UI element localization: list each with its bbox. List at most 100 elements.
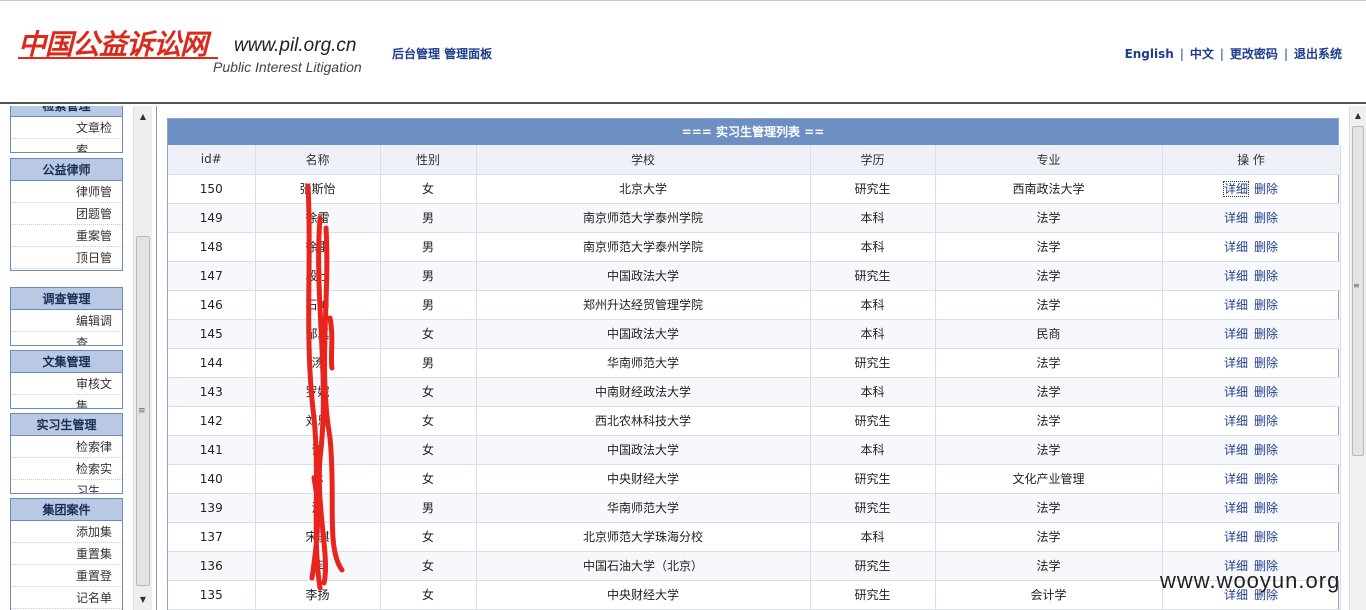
cell-gender: 男 — [380, 348, 477, 378]
detail-link[interactable]: 详细 — [1224, 414, 1248, 428]
cell-name: 邹真 — [255, 319, 381, 349]
detail-link[interactable]: 详细 — [1224, 385, 1248, 399]
detail-link[interactable]: 详细 — [1224, 240, 1248, 254]
table-row: 148 徐雷男南京师范大学泰州学院 本科 法学 详细 删除 — [168, 232, 1341, 262]
menu-item-edit-survey[interactable]: 编辑调查 — [11, 310, 122, 345]
delete-link[interactable]: 删除 — [1254, 414, 1278, 428]
cell-name: 菲 — [255, 551, 381, 581]
menu-item-add-group[interactable]: 添加集 — [11, 521, 122, 543]
cell-degree: 研究生 — [810, 551, 936, 581]
delete-link[interactable]: 删除 — [1254, 269, 1278, 283]
cell-name: 徐雷 — [255, 203, 381, 233]
detail-link[interactable]: 详细 — [1224, 298, 1248, 312]
menu-item-review-collection[interactable]: 审核文集 — [11, 373, 122, 408]
delete-link[interactable]: 删除 — [1254, 443, 1278, 457]
detail-link[interactable]: 详细 — [1224, 443, 1248, 457]
menu-item-registry[interactable]: 记名单 — [11, 587, 122, 609]
column-header-id: id# — [168, 145, 256, 175]
cell-major: 文化产业管理 — [935, 464, 1163, 494]
cell-name: 徐雷 — [255, 232, 381, 262]
cell-major: 法学 — [935, 377, 1163, 407]
detail-link[interactable]: 详细 — [1224, 501, 1248, 515]
scrollbar-thumb[interactable] — [1352, 126, 1364, 456]
menu-group-title[interactable]: 调查管理 — [10, 287, 123, 310]
top-nav: English | 中文 | 更改密码 | 退出系统 — [1125, 45, 1342, 62]
delete-link[interactable]: 删除 — [1254, 472, 1278, 486]
delete-link[interactable]: 删除 — [1254, 211, 1278, 225]
detail-link[interactable]: 详细 — [1224, 530, 1248, 544]
detail-link[interactable]: 详细 — [1222, 181, 1250, 197]
menu-group-survey: 调查管理 编辑调查 — [10, 287, 123, 346]
menu-item-reset-register[interactable]: 重置登 — [11, 565, 122, 587]
delete-link[interactable]: 删除 — [1254, 182, 1278, 196]
delete-link[interactable]: 删除 — [1254, 327, 1278, 341]
delete-link[interactable]: 删除 — [1254, 501, 1278, 515]
cell-actions: 详细 删除 — [1162, 174, 1341, 204]
detail-link[interactable]: 详细 — [1224, 472, 1248, 486]
menu-item-project-manage[interactable]: 顶日管理 — [11, 247, 122, 269]
detail-link[interactable]: 详细 — [1224, 327, 1248, 341]
cell-degree: 本科 — [810, 203, 936, 233]
cell-school: 华南师范大学 — [476, 493, 811, 523]
scroll-up-arrow-icon[interactable]: ▲ — [1350, 108, 1366, 124]
detail-link[interactable]: 详细 — [1224, 211, 1248, 225]
sidebar-scrollbar[interactable]: ▲ ≡ ▼ — [133, 106, 152, 610]
table-row: 142 刘思女西北农林科技大学 研究生 法学 详细 删除 — [168, 406, 1341, 436]
table-row: 143 罗妮女中南财经政法大学 本科 法学 详细 删除 — [168, 377, 1341, 407]
menu-item-search-intern[interactable]: 检索实习生 — [11, 458, 122, 493]
menu-item-reset-group[interactable]: 重置集 — [11, 543, 122, 565]
nav-chinese-link[interactable]: 中文 — [1190, 47, 1214, 61]
delete-link[interactable]: 删除 — [1254, 530, 1278, 544]
menu-group-title[interactable]: 检索管理 — [10, 106, 123, 117]
menu-item-topic-manage[interactable]: 团题管 — [11, 203, 122, 225]
cell-actions: 详细 删除 — [1162, 406, 1341, 436]
cell-actions: 详细 删除 — [1162, 290, 1341, 320]
cell-actions: 详细 删除 — [1162, 377, 1341, 407]
cell-major: 法学 — [935, 261, 1163, 291]
cell-school: 中南财经政法大学 — [476, 377, 811, 407]
cell-school: 南京师范大学泰州学院 — [476, 203, 811, 233]
table-row: 149 徐雷男南京师范大学泰州学院 本科 法学 详细 删除 — [168, 203, 1341, 233]
table-row: 139 汤男华南师范大学 研究生 法学 详细 删除 — [168, 493, 1341, 523]
detail-link[interactable]: 详细 — [1224, 356, 1248, 370]
cell-school: 中国政法大学 — [476, 261, 811, 291]
scroll-down-arrow-icon[interactable]: ▼ — [134, 591, 152, 608]
menu-item-search-lawyer[interactable]: 检索律 — [11, 436, 122, 458]
cell-degree: 研究生 — [810, 493, 936, 523]
cell-gender: 男 — [380, 290, 477, 320]
cell-major: 法学 — [935, 232, 1163, 262]
cell-name: 李扬 — [255, 580, 381, 610]
menu-group-title[interactable]: 文集管理 — [10, 350, 123, 373]
cell-degree: 研究生 — [810, 464, 936, 494]
delete-link[interactable]: 删除 — [1254, 240, 1278, 254]
menu-group-lawyers: 公益律师 律师管 团题管 重案管 顶日管理 — [10, 158, 123, 271]
cell-actions: 详细 删除 — [1162, 319, 1341, 349]
nav-change-password-link[interactable]: 更改密码 — [1230, 47, 1278, 61]
menu-group-title[interactable]: 实习生管理 — [10, 413, 123, 436]
cell-school: 中央财经大学 — [476, 580, 811, 610]
delete-link[interactable]: 删除 — [1254, 385, 1278, 399]
detail-link[interactable]: 详细 — [1224, 269, 1248, 283]
nav-english-link[interactable]: English — [1125, 47, 1174, 61]
delete-link[interactable]: 删除 — [1254, 356, 1278, 370]
nav-logout-link[interactable]: 退出系统 — [1294, 47, 1342, 61]
menu-group-title[interactable]: 公益律师 — [10, 158, 123, 181]
table-row: 137 宋骐女北京师范大学珠海分校 本科 法学 详细 删除 — [168, 522, 1341, 552]
main-scrollbar[interactable]: ▲ ≡ — [1349, 106, 1366, 610]
sidebar: 检索管理 文章检索 公益律师 律师管 团题管 重案管 顶日管理 调查管理 编辑调… — [0, 106, 152, 610]
delete-link[interactable]: 删除 — [1254, 298, 1278, 312]
cell-major: 法学 — [935, 290, 1163, 320]
intern-table: id# 名称 性别 学校 学历 专业 操 作 150 张斯怡女北京大学 研究生 西南政… — [168, 145, 1341, 610]
menu-group-title[interactable]: 集团案件 — [10, 498, 123, 521]
site-logo[interactable]: 中国公益诉讼网 www.pil.org.cn Public Interest L… — [18, 23, 378, 79]
logo-underline — [18, 57, 218, 59]
menu-item-lawyer-manage[interactable]: 律师管 — [11, 181, 122, 203]
scroll-up-arrow-icon[interactable]: ▲ — [134, 108, 152, 125]
menu-group-collections: 文集管理 审核文集 — [10, 350, 123, 409]
cell-school: 中国政法大学 — [476, 435, 811, 465]
cell-id: 144 — [168, 348, 256, 378]
logo-english-name: Public Interest Litigation — [213, 59, 362, 75]
cell-gender: 女 — [380, 406, 477, 436]
menu-item-case-manage[interactable]: 重案管 — [11, 225, 122, 247]
menu-item-article-search[interactable]: 文章检索 — [11, 117, 122, 152]
